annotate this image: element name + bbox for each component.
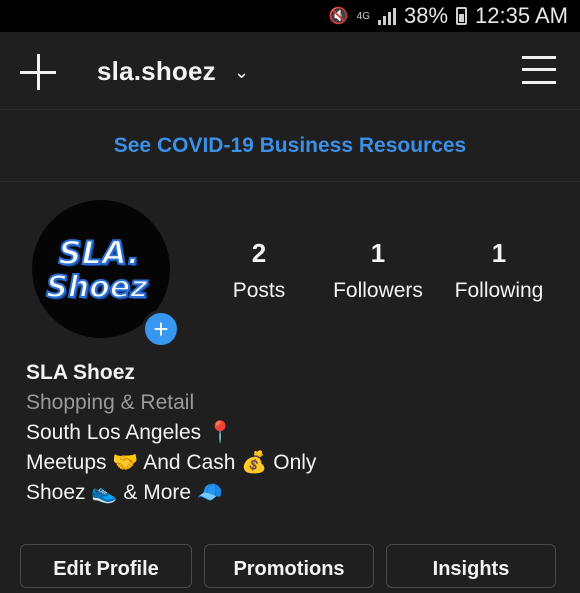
battery-percent: 38% (404, 3, 449, 28)
category-label: Shopping & Retail (26, 391, 195, 414)
data-icon: 4G (356, 10, 370, 22)
stat-posts[interactable]: 2 Posts (228, 238, 290, 303)
posts-label: Posts (232, 279, 286, 302)
account-switcher[interactable]: sla.shoez (97, 56, 216, 87)
mute-icon: 🔇 (328, 8, 349, 25)
followers-label: Followers (333, 279, 423, 302)
display-name: SLA Shoez (26, 361, 135, 384)
battery-icon (456, 7, 468, 25)
chevron-down-icon[interactable]: ⌄ (234, 62, 249, 83)
new-post-plus-icon[interactable] (20, 54, 56, 90)
bio-line-shoez: Shoez 👟 & More 🧢 (26, 481, 224, 504)
following-count: 1 (491, 238, 507, 268)
posts-count: 2 (251, 238, 267, 268)
profile-actions: Edit Profile Promotions Insights (20, 544, 560, 588)
stat-following[interactable]: 1 Following (447, 238, 551, 303)
status-bar: 🔇 4G 38% 12:35 AM (0, 0, 580, 32)
following-label: Following (454, 279, 544, 302)
logo-text-line1: SLA. (58, 233, 141, 273)
logo-text-line2: Shoez (45, 269, 148, 306)
add-story-plus-icon[interactable]: + (142, 310, 180, 348)
bio-line-location: South Los Angeles 📍 (26, 421, 234, 444)
stat-followers[interactable]: 1 Followers (327, 238, 429, 303)
covid-resources-link[interactable]: See COVID-19 Business Resources (114, 134, 467, 158)
edit-profile-button[interactable]: Edit Profile (20, 544, 192, 588)
followers-count: 1 (370, 238, 386, 268)
insights-button[interactable]: Insights (386, 544, 556, 588)
hamburger-menu-icon[interactable] (522, 54, 556, 86)
signal-icon (378, 7, 396, 25)
promotions-button[interactable]: Promotions (204, 544, 374, 588)
covid-resources-banner: See COVID-19 Business Resources (0, 110, 580, 182)
bio-line-meetups: Meetups 🤝 And Cash 💰 Only (26, 451, 317, 474)
profile-header: sla.shoez ⌄ (0, 32, 580, 110)
profile-bio: SLA Shoez Shopping & Retail South Los An… (26, 358, 316, 508)
clock: 12:35 AM (475, 3, 568, 28)
